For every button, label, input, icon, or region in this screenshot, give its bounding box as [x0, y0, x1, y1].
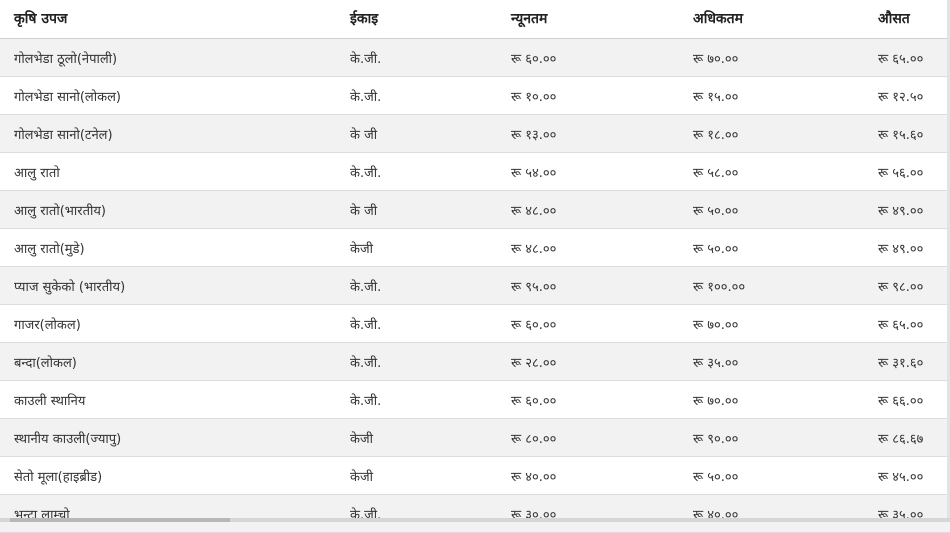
cell-crop: आलु रातो(भारतीय): [14, 203, 106, 219]
cell-unit: के जी: [350, 203, 378, 219]
cell-unit: के.जी.: [350, 507, 382, 523]
cell-max-price: रू ५८.००: [693, 165, 739, 181]
table-row: बन्दा(लोकल) के.जी. रू २८.०० रू ३५.०० रू ३१.६…: [0, 343, 950, 381]
header-avg[interactable]: औसत: [878, 0, 910, 38]
cell-crop: गोलभेडा सानो(टनेल): [14, 127, 113, 143]
table-row: गोलभेडा सानो(टनेल) के जी रू १३.०० रू १८.०० र…: [0, 115, 950, 153]
cell-max-price: रू ७०.००: [693, 51, 739, 67]
cell-min-price: रू १०.००: [511, 89, 557, 105]
cell-unit: के.जी.: [350, 317, 382, 333]
cell-max-price: रू १५.००: [693, 89, 739, 105]
cell-max-price: रू ९०.००: [693, 431, 739, 447]
cell-crop: स्थानीय काउली(ज्यापु): [14, 431, 122, 447]
cell-min-price: रू ४८.००: [511, 203, 557, 219]
cell-min-price: रू ६०.००: [511, 393, 557, 409]
cell-avg-price: रू ४९.००: [878, 203, 924, 219]
cell-max-price: रू १००.००: [693, 279, 746, 295]
cell-avg-price: रू १५.६०: [878, 127, 924, 143]
cell-unit: के.जी.: [350, 393, 382, 409]
table-row: गोलभेडा सानो(लोकल) के.जी. रू १०.०० रू १५.००…: [0, 77, 950, 115]
cell-max-price: रू ७०.००: [693, 393, 739, 409]
cell-crop: आलु रातो(मुडे): [14, 241, 85, 257]
cell-min-price: रू ८०.००: [511, 431, 557, 447]
cell-max-price: रू ३५.००: [693, 355, 739, 371]
header-unit[interactable]: ईकाइ: [350, 0, 378, 38]
cell-avg-price: रू ६६.००: [878, 393, 924, 409]
header-max[interactable]: अधिकतम: [693, 0, 743, 38]
cell-avg-price: रू ४९.००: [878, 241, 924, 257]
cell-crop: प्याज सुकेको (भारतीय): [14, 279, 126, 295]
cell-unit: के जी: [350, 127, 378, 143]
horizontal-scrollbar[interactable]: [0, 518, 950, 522]
table-row: गाजर(लोकल) के.जी. रू ६०.०० रू ७०.०० रू ६५.००: [0, 305, 950, 343]
cell-unit: के.जी.: [350, 89, 382, 105]
cell-crop: बन्दा(लोकल): [14, 355, 77, 371]
table-header-row: कृषि उपज ईकाइ न्यूनतम अधिकतम औसत: [0, 0, 950, 39]
cell-avg-price: रू ३५.००: [878, 507, 924, 523]
cell-crop: गाजर(लोकल): [14, 317, 81, 333]
cell-crop: गोलभेडा सानो(लोकल): [14, 89, 121, 105]
cell-avg-price: रू १२.५०: [878, 89, 924, 105]
cell-min-price: रू ३०.००: [511, 507, 557, 523]
table-row: भन्टा लाम्चो के.जी. रू ३०.०० रू ४०.०० रू ३५.…: [0, 495, 950, 533]
table-row: आलु रातो के.जी. रू ५४.०० रू ५८.०० रू ५६.००: [0, 153, 950, 191]
cell-crop: आलु रातो: [14, 165, 60, 181]
table-row: आलु रातो(मुडे) केजी रू ४८.०० रू ५०.०० रू ४९.…: [0, 229, 950, 267]
cell-min-price: रू ५४.००: [511, 165, 557, 181]
cell-min-price: रू ९५.००: [511, 279, 557, 295]
cell-max-price: रू ५०.००: [693, 241, 739, 257]
cell-max-price: रू ४०.००: [693, 507, 739, 523]
header-crop[interactable]: कृषि उपज: [14, 0, 67, 38]
price-table: कृषि उपज ईकाइ न्यूनतम अधिकतम औसत गोलभेडा…: [0, 0, 950, 533]
cell-max-price: रू ५०.००: [693, 203, 739, 219]
cell-avg-price: रू ५६.००: [878, 165, 924, 181]
cell-avg-price: रू ६५.००: [878, 317, 924, 333]
cell-unit: केजी: [350, 469, 373, 485]
cell-unit: के.जी.: [350, 279, 382, 295]
cell-unit: के.जी.: [350, 355, 382, 371]
cell-crop: गोलभेडा ठूलो(नेपाली): [14, 51, 118, 67]
cell-unit: के.जी.: [350, 165, 382, 181]
table-row: सेतो मूला(हाइब्रीड) केजी रू ४०.०० रू ५०.०० र…: [0, 457, 950, 495]
header-min[interactable]: न्यूनतम: [511, 0, 547, 38]
cell-unit: केजी: [350, 431, 373, 447]
cell-avg-price: रू ४५.००: [878, 469, 924, 485]
cell-unit: केजी: [350, 241, 373, 257]
cell-max-price: रू ५०.००: [693, 469, 739, 485]
cell-avg-price: रू ८६.६७: [878, 431, 924, 447]
table-row: स्थानीय काउली(ज्यापु) केजी रू ८०.०० रू ९०.०…: [0, 419, 950, 457]
table-row: काउली स्थानिय के.जी. रू ६०.०० रू ७०.०० रू ६६…: [0, 381, 950, 419]
cell-min-price: रू ४०.००: [511, 469, 557, 485]
cell-min-price: रू ४८.००: [511, 241, 557, 257]
table-row: आलु रातो(भारतीय) के जी रू ४८.०० रू ५०.०० रू …: [0, 191, 950, 229]
cell-crop: भन्टा लाम्चो: [14, 507, 70, 523]
table-body: गोलभेडा ठूलो(नेपाली) के.जी. रू ६०.०० रू ७०.…: [0, 39, 950, 533]
cell-crop: सेतो मूला(हाइब्रीड): [14, 469, 103, 485]
scrollbar-thumb[interactable]: [10, 518, 230, 522]
cell-crop: काउली स्थानिय: [14, 393, 86, 409]
cell-unit: के.जी.: [350, 51, 382, 67]
cell-min-price: रू २८.००: [511, 355, 557, 371]
cell-avg-price: रू ९८.००: [878, 279, 924, 295]
table-row: गोलभेडा ठूलो(नेपाली) के.जी. रू ६०.०० रू ७०.…: [0, 39, 950, 77]
cell-max-price: रू १८.००: [693, 127, 739, 143]
cell-avg-price: रू ३१.६०: [878, 355, 924, 371]
cell-min-price: रू ६०.००: [511, 317, 557, 333]
cell-min-price: रू १३.००: [511, 127, 557, 143]
cell-min-price: रू ६०.००: [511, 51, 557, 67]
table-row: प्याज सुकेको (भारतीय) के.जी. रू ९५.०० रू १०…: [0, 267, 950, 305]
cell-max-price: रू ७०.००: [693, 317, 739, 333]
cell-avg-price: रू ६५.००: [878, 51, 924, 67]
